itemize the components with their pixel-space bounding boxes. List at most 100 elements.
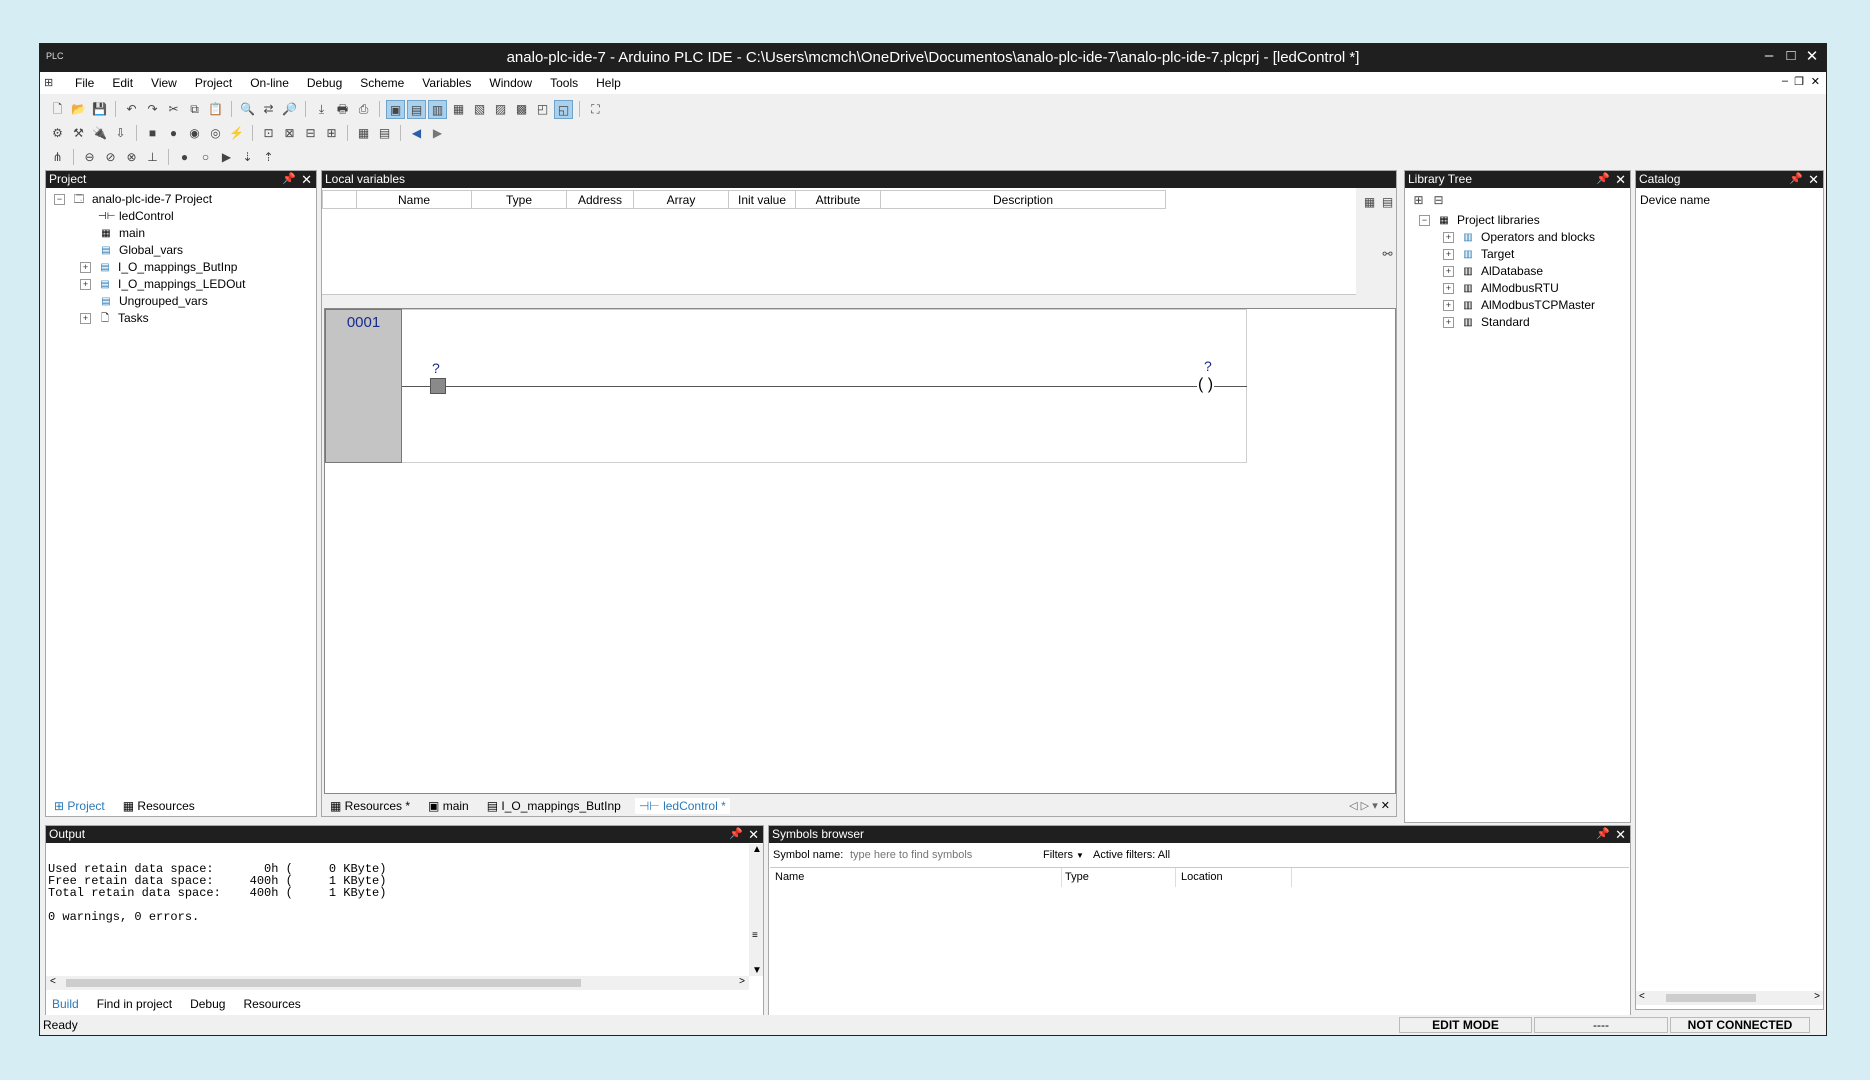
forward-icon[interactable]: ▶ [428,124,447,143]
menu-project[interactable]: Project [186,76,241,90]
catalog-h-scrollbar[interactable]: < > [1636,991,1823,1005]
oscilloscope-icon[interactable]: ⊠ [280,124,299,143]
cold-restart-icon[interactable]: ◉ [185,124,204,143]
breakpoint-icon[interactable]: ● [175,148,194,167]
view-library-icon[interactable]: ▤ [407,99,426,119]
tree-item-ledcontrol[interactable]: ⊣⊢ ledControl [98,208,174,225]
run-icon[interactable]: ● [164,124,183,143]
undo-icon[interactable]: ↶ [122,100,141,119]
scroll-thumb[interactable] [66,979,581,987]
remove-library-icon[interactable]: ⊟ [1429,191,1448,210]
view-watch-icon[interactable]: ▦ [449,100,468,119]
trigger-icon[interactable]: ⊟ [301,124,320,143]
close-icon[interactable]: ✕ [1615,826,1626,843]
scroll-down-icon[interactable]: ▼ [752,965,762,976]
branch-icon[interactable]: ⊥ [143,148,162,167]
col-array[interactable]: Array [633,190,729,209]
tree-item-io-butinp[interactable]: + ▤ I_O_mappings_ButInp [80,259,237,276]
mdi-close-button[interactable]: ✕ [1811,75,1820,88]
editor-tab-io-butinp[interactable]: ▤ I_O_mappings_ButInp [483,798,625,814]
library-item-almodbusrtu[interactable]: + ▥ AlModbusRTU [1443,280,1559,297]
expand-icon[interactable]: + [80,262,91,274]
editor-tab-ledcontrol[interactable]: ⊣⊢ ledControl * [634,798,730,814]
expand-icon[interactable]: + [1443,283,1454,295]
maximize-button[interactable]: □ [1780,47,1802,64]
coil-icon[interactable]: ⊘ [101,148,120,167]
mdi-restore-button[interactable]: ❐ [1794,75,1804,88]
replace-icon[interactable]: ⇄ [259,100,278,119]
watch-icon[interactable]: ⊡ [259,124,278,143]
tab-project[interactable]: ⊞ Project [50,798,109,814]
tab-find-in-project[interactable]: Find in project [93,996,176,1012]
col-address[interactable]: Address [566,190,634,209]
coil-variable-label[interactable]: ? [1204,358,1212,374]
editor-tab-resources[interactable]: ▦ Resources * [326,798,414,814]
tab-scroll-left-icon[interactable]: ◁ [1349,800,1357,812]
view-output-icon[interactable]: ▥ [428,99,447,119]
back-icon[interactable]: ◀ [407,124,426,143]
stop-icon[interactable]: ■ [143,124,162,143]
scroll-grip-icon[interactable]: ≡ [752,930,758,941]
tree-item-ungrouped-vars[interactable]: ▤ Ungrouped_vars [98,293,207,310]
expand-icon[interactable]: + [1443,232,1454,244]
pin-icon[interactable]: 📌 [282,171,296,188]
col-symbol-location[interactable]: Location [1176,868,1292,887]
expand-icon[interactable]: + [1443,317,1454,329]
scroll-thumb[interactable] [1666,994,1756,1002]
menu-variables[interactable]: Variables [413,76,480,90]
contact-icon[interactable]: ⊖ [80,148,99,167]
col-symbol-name[interactable]: Name [770,868,1062,887]
tab-scroll-right-icon[interactable]: ▷ [1361,800,1369,812]
tab-build[interactable]: Build [48,996,83,1012]
library-item-aldatabase[interactable]: + ▥ AlDatabase [1443,263,1543,280]
pin-icon[interactable]: 📌 [729,826,743,843]
step-out-icon[interactable]: ⇡ [259,148,278,167]
library-item-target[interactable]: + ▥ Target [1443,246,1514,263]
mdi-minimize-button[interactable]: – [1782,75,1788,87]
expand-icon[interactable]: + [80,279,91,291]
expand-icon[interactable]: + [1443,249,1454,261]
tree-item-global-vars[interactable]: ▤ Global_vars [98,242,183,259]
view-properties-icon[interactable]: ◰ [533,100,552,119]
contact-element[interactable] [430,378,446,394]
warm-restart-icon[interactable]: ◎ [206,124,225,143]
library-item-almodbustcpmaster[interactable]: + ▥ AlModbusTCPMaster [1443,297,1595,314]
menu-tools[interactable]: Tools [541,76,587,90]
project-root[interactable]: − 🗔 analo-plc-ide-7 Project [54,191,212,208]
tree-item-tasks[interactable]: + 🗋 Tasks [80,310,149,327]
step-icon[interactable]: ▶ [217,148,236,167]
close-icon[interactable]: ✕ [1808,171,1819,188]
menu-edit[interactable]: Edit [103,76,142,90]
menu-help[interactable]: Help [587,76,630,90]
view-resources-icon[interactable]: ◱ [554,99,573,119]
expand-icon[interactable]: + [1443,300,1454,312]
open-project-icon[interactable]: 📂 [69,100,88,119]
close-icon[interactable]: ✕ [1615,171,1626,188]
find-in-project-icon[interactable]: 🔎 [280,100,299,119]
print-icon[interactable]: 🖶 [333,100,352,119]
scroll-left-icon[interactable]: < [50,976,56,987]
collapse-icon[interactable]: − [1419,215,1430,227]
tab-list-icon[interactable]: ▾ [1372,800,1378,812]
menu-online[interactable]: On-line [241,76,298,90]
col-attribute[interactable]: Attribute [795,190,881,209]
tab-debug[interactable]: Debug [186,996,229,1012]
view-catalog-icon[interactable]: ▧ [470,100,489,119]
col-name[interactable]: Name [356,190,472,209]
output-v-scrollbar[interactable]: ▲ ≡ ▼ [749,844,763,976]
import-icon[interactable]: ⤓ [312,100,331,119]
document-menu-icon[interactable]: ⊞ [44,76,53,89]
menu-debug[interactable]: Debug [298,76,351,90]
editor-tab-main[interactable]: ▣ main [424,798,473,814]
compile-icon[interactable]: ⚙ [48,124,67,143]
download-icon[interactable]: ⇩ [111,124,130,143]
redo-icon[interactable]: ↷ [143,100,162,119]
menu-scheme[interactable]: Scheme [351,76,413,90]
close-icon[interactable]: ✕ [748,826,759,843]
minimize-button[interactable]: – [1758,47,1780,64]
grid-view-icon[interactable]: ▦ [354,124,373,143]
filters-dropdown[interactable]: Filters ▼ [1043,849,1084,861]
col-type[interactable]: Type [471,190,567,209]
scroll-up-icon[interactable]: ▲ [752,844,762,855]
library-item-standard[interactable]: + ▥ Standard [1443,314,1530,331]
